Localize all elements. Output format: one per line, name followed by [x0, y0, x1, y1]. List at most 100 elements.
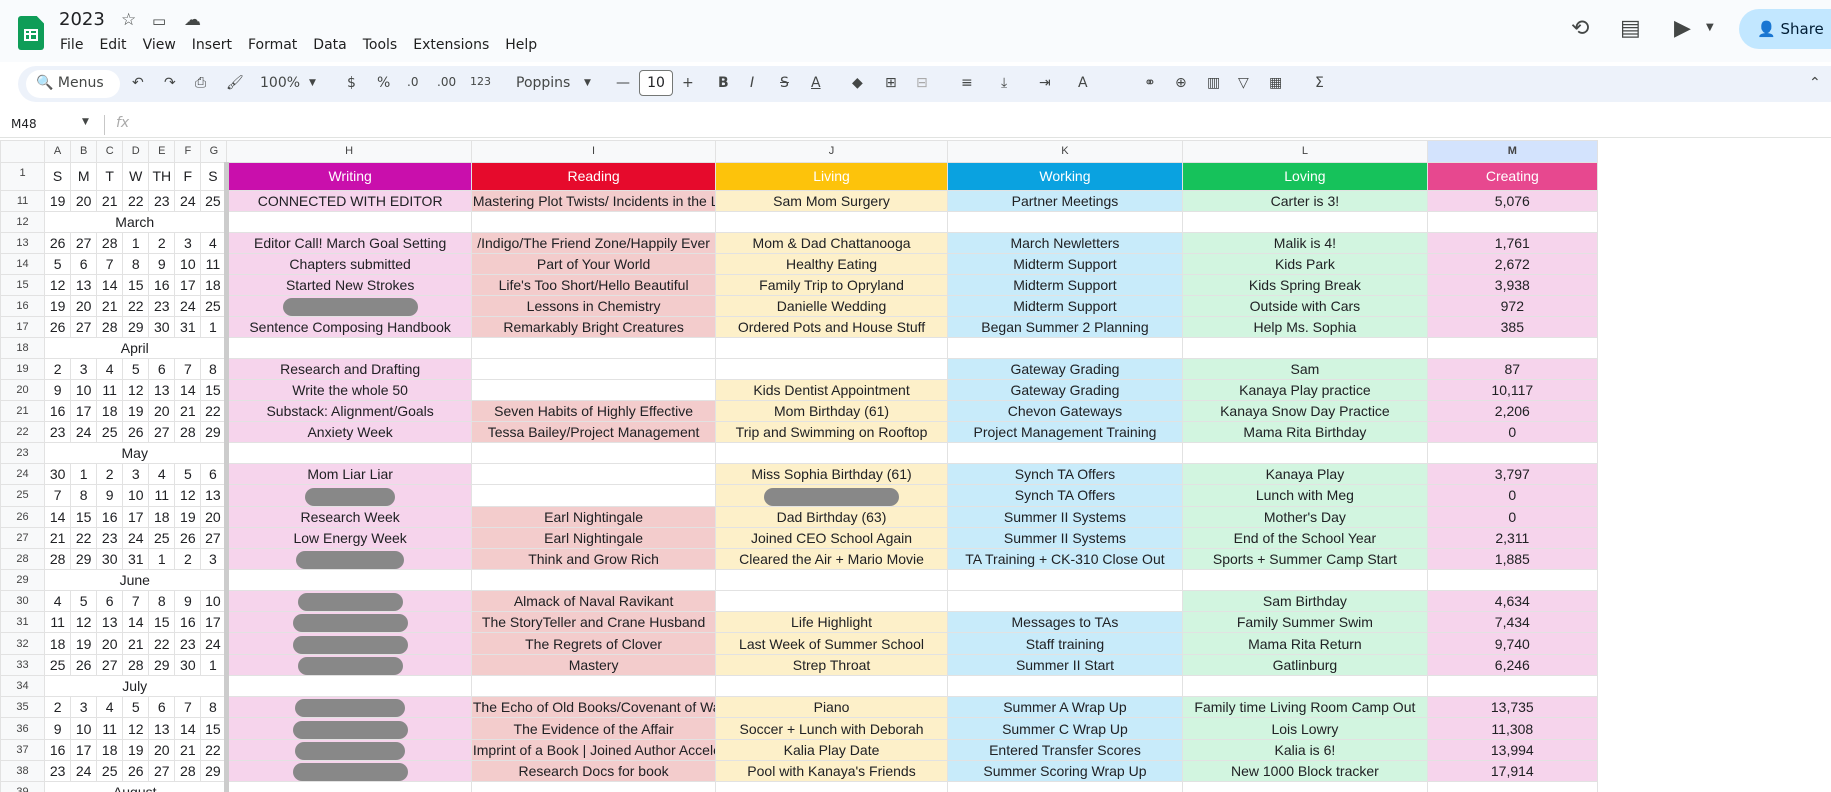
day-cell[interactable]: 20	[148, 400, 176, 423]
row-number[interactable]: 31	[0, 611, 46, 634]
day-cell[interactable]: 19	[174, 505, 202, 528]
cell-j[interactable]: Joined CEO School Again	[715, 526, 948, 549]
day-cell[interactable]: 28	[96, 232, 124, 254]
day-cell[interactable]: 6	[148, 358, 176, 381]
cell-i[interactable]	[470, 675, 717, 698]
italic-icon[interactable]: I	[750, 75, 754, 91]
cell-h[interactable]: Low Energy Week	[226, 526, 472, 549]
column-header-e[interactable]: E	[148, 140, 176, 163]
category-header-writing[interactable]: Writing	[226, 162, 472, 191]
day-cell[interactable]: 16	[174, 611, 202, 634]
row-number[interactable]: 12	[0, 211, 46, 233]
day-header[interactable]: M	[70, 162, 98, 191]
cell-m[interactable]: 10,117	[1426, 379, 1599, 402]
day-cell[interactable]: 17	[122, 505, 150, 528]
cell-k[interactable]	[946, 337, 1184, 360]
functions-icon[interactable]: Σ	[1315, 75, 1324, 91]
row-number[interactable]: 11	[0, 190, 46, 212]
cell-j[interactable]	[715, 484, 948, 507]
day-cell[interactable]: 10	[122, 484, 150, 507]
cell-l[interactable]: Family time Living Room Camp Out	[1182, 696, 1428, 719]
cell-h[interactable]	[226, 547, 472, 570]
cell-k[interactable]: Gateway Grading	[946, 358, 1184, 381]
day-cell[interactable]: 13	[70, 274, 98, 296]
row-number[interactable]: 22	[0, 421, 46, 444]
cell-m[interactable]	[1426, 337, 1599, 360]
filter-icon[interactable]: ▽	[1238, 75, 1249, 91]
day-header[interactable]: S	[44, 162, 72, 191]
currency-format-button[interactable]: $	[347, 75, 356, 91]
day-cell[interactable]: 1	[200, 653, 230, 677]
cell-j[interactable]: Mom Birthday (61)	[715, 400, 948, 423]
day-header[interactable]: F	[174, 162, 202, 191]
menu-edit[interactable]: Edit	[91, 35, 134, 55]
day-cell[interactable]: 22	[122, 294, 150, 318]
percent-format-button[interactable]: %	[377, 75, 390, 91]
day-cell[interactable]: 17	[70, 400, 98, 423]
cell-k[interactable]: Midterm Support	[946, 294, 1184, 318]
column-header-h[interactable]: H	[226, 140, 472, 163]
cell-k[interactable]: Midterm Support	[946, 274, 1184, 296]
cell-l[interactable]	[1182, 781, 1428, 792]
cell-m[interactable]: 2,672	[1426, 253, 1599, 275]
day-cell[interactable]: 30	[174, 653, 202, 677]
cell-h[interactable]	[226, 632, 472, 655]
cell-l[interactable]: Kalia is 6!	[1182, 738, 1428, 761]
cell-j[interactable]: Healthy Eating	[715, 253, 948, 275]
row-number[interactable]: 38	[0, 759, 46, 783]
cell-i[interactable]: Life's Too Short/Hello Beautiful	[470, 274, 717, 296]
day-cell[interactable]: 14	[174, 379, 202, 402]
day-cell[interactable]: 14	[44, 505, 72, 528]
cell-i[interactable]	[470, 568, 717, 591]
menu-format[interactable]: Format	[240, 35, 305, 55]
cell-l[interactable]	[1182, 211, 1428, 233]
cell-i[interactable]: Almack of Naval Ravikant	[470, 589, 717, 613]
paint-format-icon[interactable]: 🖌	[226, 75, 244, 91]
cell-j[interactable]	[715, 589, 948, 613]
cell-m[interactable]: 1,885	[1426, 547, 1599, 570]
day-cell[interactable]: 5	[174, 463, 202, 486]
day-cell[interactable]: 30	[148, 316, 176, 339]
cell-j[interactable]: Strep Throat	[715, 653, 948, 677]
cell-l[interactable]: Kids Park	[1182, 253, 1428, 275]
row-number[interactable]: 33	[0, 653, 46, 677]
day-cell[interactable]: 22	[148, 632, 176, 655]
column-header-c[interactable]: C	[96, 140, 124, 163]
cell-k[interactable]: Midterm Support	[946, 253, 1184, 275]
cell-j[interactable]: Dad Birthday (63)	[715, 505, 948, 528]
day-cell[interactable]: 15	[148, 611, 176, 634]
day-cell[interactable]: 24	[174, 190, 202, 212]
day-cell[interactable]: 16	[96, 505, 124, 528]
cell-i[interactable]: Part of Your World	[470, 253, 717, 275]
month-label[interactable]: July	[44, 675, 230, 698]
cell-i[interactable]: Earl Nightingale	[470, 526, 717, 549]
row-number[interactable]: 20	[0, 379, 46, 402]
comments-icon[interactable]: ▤	[1620, 16, 1641, 41]
cell-j[interactable]: Pool with Kanaya's Friends	[715, 759, 948, 783]
cell-j[interactable]: Kids Dentist Appointment	[715, 379, 948, 402]
day-cell[interactable]: 24	[122, 526, 150, 549]
menu-view[interactable]: View	[135, 35, 184, 55]
cell-l[interactable]: Mother's Day	[1182, 505, 1428, 528]
day-cell[interactable]: 22	[200, 400, 230, 423]
cell-k[interactable]	[946, 675, 1184, 698]
day-cell[interactable]: 7	[174, 358, 202, 381]
category-header-creating[interactable]: Creating	[1426, 162, 1599, 191]
day-cell[interactable]: 13	[148, 717, 176, 740]
day-cell[interactable]: 17	[70, 738, 98, 761]
day-cell[interactable]: 16	[148, 274, 176, 296]
cell-m[interactable]: 87	[1426, 358, 1599, 381]
day-cell[interactable]: 18	[96, 400, 124, 423]
cell-m[interactable]: 1,761	[1426, 232, 1599, 254]
day-cell[interactable]: 23	[148, 190, 176, 212]
cell-i[interactable]: Tessa Bailey/Project Management	[470, 421, 717, 444]
category-header-loving[interactable]: Loving	[1182, 162, 1428, 191]
cell-l[interactable]: End of the School Year	[1182, 526, 1428, 549]
row-number[interactable]: 28	[0, 547, 46, 570]
cell-k[interactable]: Gateway Grading	[946, 379, 1184, 402]
column-header-f[interactable]: F	[174, 140, 202, 163]
day-cell[interactable]: 7	[122, 589, 150, 613]
month-label[interactable]: March	[44, 211, 230, 233]
select-all-corner[interactable]	[0, 140, 46, 163]
cell-m[interactable]: 3,797	[1426, 463, 1599, 486]
